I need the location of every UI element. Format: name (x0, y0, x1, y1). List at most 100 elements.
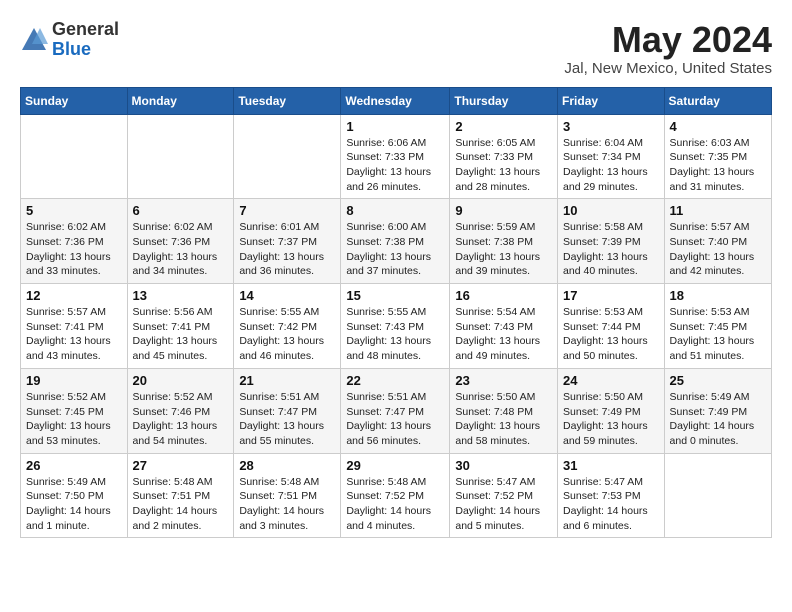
calendar-cell: 16 Sunrise: 5:54 AM Sunset: 7:43 PM Dayli… (450, 284, 558, 369)
logo-blue-text: Blue (52, 40, 119, 60)
day-number: 28 (239, 458, 335, 473)
weekday-header-sunday: Sunday (21, 87, 128, 114)
logo-text: General Blue (52, 20, 119, 60)
calendar-cell: 26Sunrise: 5:49 AM Sunset: 7:50 PM Dayli… (21, 453, 128, 538)
calendar-cell: 6 Sunrise: 6:02 AM Sunset: 7:36 PM Daylig… (127, 199, 234, 284)
calendar-cell: 9 Sunrise: 5:59 AM Sunset: 7:38 PM Daylig… (450, 199, 558, 284)
day-number: 5 (26, 203, 122, 218)
day-number: 31 (563, 458, 659, 473)
calendar-cell: 23Sunrise: 5:50 AM Sunset: 7:48 PM Dayli… (450, 368, 558, 453)
calendar-cell: 13 Sunrise: 5:56 AM Sunset: 7:41 PM Dayli… (127, 284, 234, 369)
day-info: Sunrise: 5:53 AM Sunset: 7:44 PM Dayligh… (563, 305, 659, 364)
calendar-cell: 10Sunrise: 5:58 AM Sunset: 7:39 PM Dayli… (558, 199, 665, 284)
calendar-cell: 27 Sunrise: 5:48 AM Sunset: 7:51 PM Dayli… (127, 453, 234, 538)
day-info: Sunrise: 6:06 AM Sunset: 7:33 PM Dayligh… (346, 136, 444, 195)
day-number: 9 (455, 203, 552, 218)
logo-icon (20, 26, 48, 54)
day-number: 1 (346, 119, 444, 134)
calendar-cell (127, 114, 234, 199)
day-info: Sunrise: 5:51 AM Sunset: 7:47 PM Dayligh… (346, 390, 444, 449)
day-info: Sunrise: 5:52 AM Sunset: 7:46 PM Dayligh… (133, 390, 229, 449)
day-number: 18 (670, 288, 766, 303)
calendar-cell: 3 Sunrise: 6:04 AM Sunset: 7:34 PM Daylig… (558, 114, 665, 199)
calendar-cell: 2 Sunrise: 6:05 AM Sunset: 7:33 PM Daylig… (450, 114, 558, 199)
day-info: Sunrise: 6:02 AM Sunset: 7:36 PM Dayligh… (26, 220, 122, 279)
calendar-cell: 14 Sunrise: 5:55 AM Sunset: 7:42 PM Dayli… (234, 284, 341, 369)
calendar-cell: 20Sunrise: 5:52 AM Sunset: 7:46 PM Dayli… (127, 368, 234, 453)
day-number: 22 (346, 373, 444, 388)
day-number: 14 (239, 288, 335, 303)
day-info: Sunrise: 5:49 AM Sunset: 7:50 PM Dayligh… (26, 475, 122, 534)
week-row-3: 12Sunrise: 5:57 AM Sunset: 7:41 PM Dayli… (21, 284, 772, 369)
location: Jal, New Mexico, United States (564, 60, 772, 77)
calendar-cell: 4Sunrise: 6:03 AM Sunset: 7:35 PM Daylig… (664, 114, 771, 199)
day-info: Sunrise: 5:48 AM Sunset: 7:51 PM Dayligh… (239, 475, 335, 534)
day-info: Sunrise: 5:48 AM Sunset: 7:52 PM Dayligh… (346, 475, 444, 534)
day-number: 21 (239, 373, 335, 388)
day-info: Sunrise: 5:57 AM Sunset: 7:40 PM Dayligh… (670, 220, 766, 279)
day-info: Sunrise: 5:52 AM Sunset: 7:45 PM Dayligh… (26, 390, 122, 449)
weekday-header-friday: Friday (558, 87, 665, 114)
day-info: Sunrise: 5:58 AM Sunset: 7:39 PM Dayligh… (563, 220, 659, 279)
day-number: 16 (455, 288, 552, 303)
day-number: 24 (563, 373, 659, 388)
day-number: 17 (563, 288, 659, 303)
day-info: Sunrise: 5:59 AM Sunset: 7:38 PM Dayligh… (455, 220, 552, 279)
day-info: Sunrise: 5:55 AM Sunset: 7:43 PM Dayligh… (346, 305, 444, 364)
day-info: Sunrise: 6:05 AM Sunset: 7:33 PM Dayligh… (455, 136, 552, 195)
weekday-header-row: SundayMondayTuesdayWednesdayThursdayFrid… (21, 87, 772, 114)
day-info: Sunrise: 5:50 AM Sunset: 7:49 PM Dayligh… (563, 390, 659, 449)
calendar-cell: 17 Sunrise: 5:53 AM Sunset: 7:44 PM Dayli… (558, 284, 665, 369)
calendar-cell (664, 453, 771, 538)
day-info: Sunrise: 6:02 AM Sunset: 7:36 PM Dayligh… (133, 220, 229, 279)
day-info: Sunrise: 6:00 AM Sunset: 7:38 PM Dayligh… (346, 220, 444, 279)
weekday-header-wednesday: Wednesday (341, 87, 450, 114)
week-row-1: 1 Sunrise: 6:06 AM Sunset: 7:33 PM Daylig… (21, 114, 772, 199)
day-number: 23 (455, 373, 552, 388)
calendar-cell: 15Sunrise: 5:55 AM Sunset: 7:43 PM Dayli… (341, 284, 450, 369)
logo: General Blue (20, 20, 119, 60)
day-number: 2 (455, 119, 552, 134)
day-info: Sunrise: 5:48 AM Sunset: 7:51 PM Dayligh… (133, 475, 229, 534)
day-info: Sunrise: 5:55 AM Sunset: 7:42 PM Dayligh… (239, 305, 335, 364)
title-block: May 2024 Jal, New Mexico, United States (564, 20, 772, 77)
calendar-cell: 31 Sunrise: 5:47 AM Sunset: 7:53 PM Dayli… (558, 453, 665, 538)
calendar-cell: 19Sunrise: 5:52 AM Sunset: 7:45 PM Dayli… (21, 368, 128, 453)
day-info: Sunrise: 5:56 AM Sunset: 7:41 PM Dayligh… (133, 305, 229, 364)
day-number: 4 (670, 119, 766, 134)
weekday-header-thursday: Thursday (450, 87, 558, 114)
week-row-4: 19Sunrise: 5:52 AM Sunset: 7:45 PM Dayli… (21, 368, 772, 453)
calendar-cell: 24 Sunrise: 5:50 AM Sunset: 7:49 PM Dayli… (558, 368, 665, 453)
weekday-header-saturday: Saturday (664, 87, 771, 114)
weekday-header-monday: Monday (127, 87, 234, 114)
day-number: 27 (133, 458, 229, 473)
day-number: 29 (346, 458, 444, 473)
calendar-cell: 28 Sunrise: 5:48 AM Sunset: 7:51 PM Dayli… (234, 453, 341, 538)
calendar-cell: 18 Sunrise: 5:53 AM Sunset: 7:45 PM Dayli… (664, 284, 771, 369)
page-header: General Blue May 2024 Jal, New Mexico, U… (20, 20, 772, 77)
calendar-cell: 12Sunrise: 5:57 AM Sunset: 7:41 PM Dayli… (21, 284, 128, 369)
weekday-header-tuesday: Tuesday (234, 87, 341, 114)
day-info: Sunrise: 6:04 AM Sunset: 7:34 PM Dayligh… (563, 136, 659, 195)
calendar-cell: 21Sunrise: 5:51 AM Sunset: 7:47 PM Dayli… (234, 368, 341, 453)
day-number: 11 (670, 203, 766, 218)
calendar-cell: 8 Sunrise: 6:00 AM Sunset: 7:38 PM Daylig… (341, 199, 450, 284)
calendar-table: SundayMondayTuesdayWednesdayThursdayFrid… (20, 87, 772, 539)
day-number: 6 (133, 203, 229, 218)
calendar-cell: 7Sunrise: 6:01 AM Sunset: 7:37 PM Daylig… (234, 199, 341, 284)
day-number: 13 (133, 288, 229, 303)
day-number: 8 (346, 203, 444, 218)
day-number: 3 (563, 119, 659, 134)
week-row-2: 5 Sunrise: 6:02 AM Sunset: 7:36 PM Daylig… (21, 199, 772, 284)
day-number: 7 (239, 203, 335, 218)
calendar-cell: 29 Sunrise: 5:48 AM Sunset: 7:52 PM Dayli… (341, 453, 450, 538)
day-info: Sunrise: 5:47 AM Sunset: 7:52 PM Dayligh… (455, 475, 552, 534)
day-info: Sunrise: 5:49 AM Sunset: 7:49 PM Dayligh… (670, 390, 766, 449)
day-info: Sunrise: 5:47 AM Sunset: 7:53 PM Dayligh… (563, 475, 659, 534)
calendar-cell: 11 Sunrise: 5:57 AM Sunset: 7:40 PM Dayli… (664, 199, 771, 284)
day-number: 30 (455, 458, 552, 473)
day-info: Sunrise: 5:54 AM Sunset: 7:43 PM Dayligh… (455, 305, 552, 364)
calendar-cell: 5 Sunrise: 6:02 AM Sunset: 7:36 PM Daylig… (21, 199, 128, 284)
day-number: 12 (26, 288, 122, 303)
day-info: Sunrise: 5:53 AM Sunset: 7:45 PM Dayligh… (670, 305, 766, 364)
